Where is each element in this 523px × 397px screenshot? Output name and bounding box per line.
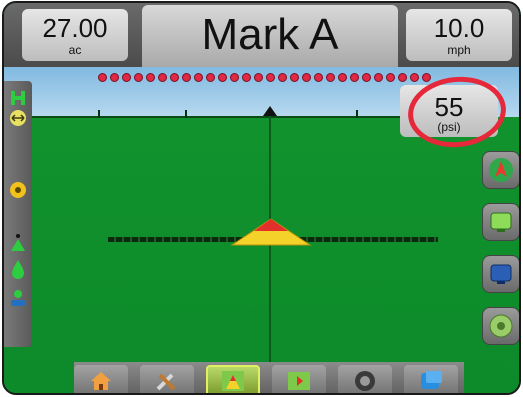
boom-section-dot <box>242 73 251 82</box>
nav-map-button[interactable] <box>272 365 326 393</box>
left-toolbar <box>4 81 32 347</box>
data-icon <box>421 371 442 389</box>
boom-section-dot <box>122 73 131 82</box>
boom-section-dot <box>254 73 263 82</box>
guideline-tick <box>356 110 358 118</box>
nav-data-button[interactable] <box>404 365 458 393</box>
guideline-tick <box>98 110 100 118</box>
boom-section-dot <box>134 73 143 82</box>
boom-section-dot <box>350 73 359 82</box>
nav-tools-button[interactable] <box>140 365 194 393</box>
speed-readout[interactable]: 10.0 mph <box>406 9 512 61</box>
boom-width-icon[interactable] <box>9 109 27 127</box>
boom-section-dot <box>362 73 371 82</box>
nav-guidance-button[interactable] <box>206 365 260 393</box>
page-title[interactable]: Mark A <box>142 5 398 67</box>
boom-section-dot <box>278 73 287 82</box>
map-view-icon <box>490 212 512 232</box>
droplet-icon[interactable] <box>9 259 27 279</box>
boom-section-dot <box>398 73 407 82</box>
boom-section-dot <box>182 73 191 82</box>
vehicle-view-button[interactable] <box>482 151 519 189</box>
boom-section-dot <box>326 73 335 82</box>
heading-marker <box>263 106 277 116</box>
boom-section-dot <box>422 73 431 82</box>
guidance-screen: 27.00 ac Mark A 10.0 mph 55 (psi) <box>2 1 521 395</box>
boom-section-dot <box>110 73 119 82</box>
boom-section-dot <box>158 73 167 82</box>
nav-camera-button[interactable] <box>338 365 392 393</box>
speed-unit: mph <box>447 43 471 57</box>
header-bar: 27.00 ac Mark A 10.0 mph <box>4 3 519 67</box>
vehicle-view-icon <box>489 158 513 182</box>
map-icon <box>288 372 310 390</box>
boom-section-dot <box>410 73 419 82</box>
boom-section-dot <box>338 73 347 82</box>
camera-icon <box>355 371 375 391</box>
boom-section-dot <box>302 73 311 82</box>
guidance-icon <box>222 371 244 391</box>
boom-section-indicators <box>98 73 431 83</box>
bar-graph-icon[interactable] <box>9 89 27 107</box>
boom-section-dot <box>206 73 215 82</box>
area-readout[interactable]: 27.00 ac <box>22 9 128 61</box>
screen-view-button[interactable] <box>482 255 519 293</box>
boom-section-dot <box>218 73 227 82</box>
boom-section-dot <box>314 73 323 82</box>
home-icon <box>91 372 111 390</box>
vehicle-icon <box>230 217 312 252</box>
boom-section-dot <box>98 73 107 82</box>
boom-section-dot <box>170 73 179 82</box>
boom-section-dot <box>374 73 383 82</box>
area-value: 27.00 <box>42 13 108 43</box>
speed-value: 10.0 <box>433 13 485 43</box>
tools-icon <box>156 373 176 391</box>
boom-height-icon[interactable] <box>9 233 27 251</box>
hazard-icon[interactable] <box>9 181 27 199</box>
nudge-button[interactable] <box>482 307 519 345</box>
person-icon[interactable] <box>9 289 27 307</box>
nav-home-button[interactable] <box>74 365 128 393</box>
area-unit: ac <box>68 43 82 57</box>
boom-section-dot <box>386 73 395 82</box>
screen-view-icon <box>490 264 512 284</box>
boom-section-dot <box>146 73 155 82</box>
boom-section-dot <box>230 73 239 82</box>
boom-section-dot <box>290 73 299 82</box>
guideline-tick <box>185 110 187 118</box>
nudge-icon <box>489 314 513 338</box>
map-view-button[interactable] <box>482 203 519 241</box>
boom-section-dot <box>266 73 275 82</box>
boom-section-dot <box>194 73 203 82</box>
